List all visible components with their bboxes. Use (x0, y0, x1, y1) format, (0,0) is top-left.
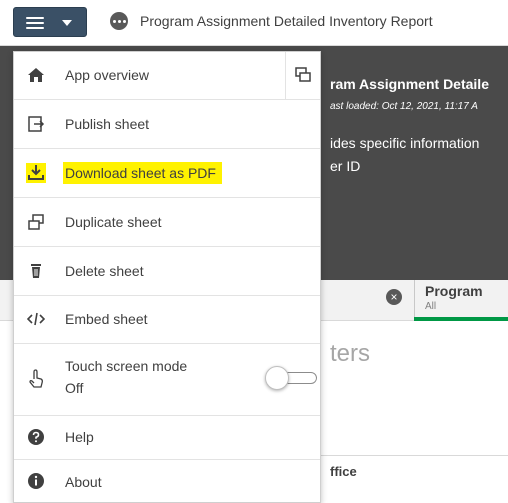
menu-item-label: Duplicate sheet (65, 214, 162, 230)
info-icon (26, 472, 46, 492)
menu-item-download-pdf[interactable]: Download sheet as PDF (14, 149, 320, 198)
app-title: Program Assignment Detailed Inventory Re… (140, 13, 433, 29)
touch-mode-status: Off (65, 380, 84, 396)
sheet-description-line1: ides specific information (330, 135, 480, 151)
menu-item-label: Help (65, 429, 94, 445)
filter-selection-indicator (414, 317, 508, 321)
menu-item-label: About (65, 474, 102, 490)
menu-item-delete-sheet[interactable]: Delete sheet (14, 247, 320, 296)
touch-icon (26, 369, 46, 389)
caret-down-icon (62, 20, 72, 26)
menu-item-help[interactable]: Help (14, 416, 320, 460)
publish-icon (26, 115, 46, 135)
help-icon (26, 428, 46, 448)
home-icon (26, 66, 46, 86)
more-dots-icon[interactable] (110, 12, 128, 30)
filters-heading: ters (330, 340, 371, 367)
last-loaded-text: ast loaded: Oct 12, 2021, 11:17 A (330, 101, 478, 112)
menu-item-about[interactable]: About (14, 460, 320, 503)
menu-item-duplicate-sheet[interactable]: Duplicate sheet (14, 198, 320, 247)
menu-item-label: App overview (65, 67, 150, 83)
main-menu-button[interactable] (13, 7, 87, 37)
table-divider (310, 455, 508, 456)
menu-item-label: Touch screen mode (65, 358, 188, 374)
top-toolbar: Program Assignment Detailed Inventory Re… (0, 0, 508, 46)
menu-item-app-overview[interactable]: App overview (14, 52, 320, 100)
open-new-tab-icon (295, 67, 311, 88)
filter-field-value[interactable]: All (425, 301, 436, 312)
clear-selection-icon[interactable]: × (386, 289, 402, 305)
main-menu-dropdown: App overview Publish sheet Download shee… (13, 51, 321, 503)
hamburger-icon (26, 17, 44, 29)
filter-divider (414, 280, 415, 321)
menu-item-label: Download sheet as PDF (63, 162, 222, 184)
trash-icon (26, 262, 46, 282)
code-icon (26, 310, 46, 330)
menu-item-embed-sheet[interactable]: Embed sheet (14, 296, 320, 344)
open-new-tab-button[interactable] (285, 52, 320, 100)
filter-field-name[interactable]: Program (425, 283, 483, 299)
menu-item-touch-screen-mode[interactable]: Touch screen mode Off (14, 344, 320, 416)
toggle-knob (265, 366, 289, 390)
sheet-title: ram Assignment Detaile (330, 76, 489, 92)
sheet-description-line2: er ID (330, 158, 361, 174)
download-icon (26, 163, 46, 183)
menu-item-label: Delete sheet (65, 263, 144, 279)
table-column-header: ffice (330, 464, 357, 479)
duplicate-icon (26, 213, 46, 233)
menu-item-label: Embed sheet (65, 311, 148, 327)
menu-item-publish-sheet[interactable]: Publish sheet (14, 100, 320, 149)
menu-item-label: Publish sheet (65, 116, 150, 132)
touch-mode-toggle[interactable] (265, 366, 318, 390)
